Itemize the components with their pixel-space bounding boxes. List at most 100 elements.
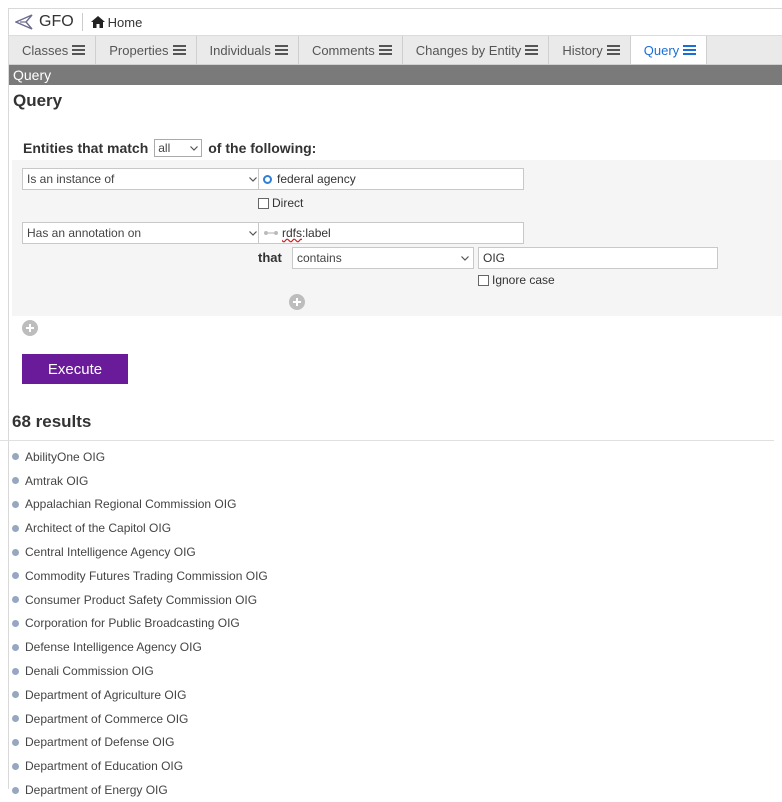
checkbox-icon (478, 274, 489, 286)
operator-select[interactable]: contains (292, 247, 474, 269)
result-label: Commodity Futures Trading Commission OIG (25, 568, 268, 583)
result-label: Consumer Product Safety Commission OIG (25, 592, 258, 607)
match-suffix: of the following: (208, 140, 317, 156)
list-item[interactable]: Commodity Futures Trading Commission OIG (12, 564, 268, 588)
individual-icon (12, 762, 19, 770)
result-label: Corporation for Public Broadcasting OIG (25, 616, 240, 631)
tab-label: History (562, 42, 603, 58)
list-item[interactable]: Denali Commission OIG (12, 659, 268, 683)
list-item[interactable]: Appalachian Regional Commission OIG (12, 493, 268, 517)
result-label: Department of Energy OIG (25, 783, 168, 798)
tab-label: Changes by Entity (415, 42, 522, 58)
annotation-property-field[interactable]: rdfs:label (258, 222, 524, 244)
tab-comments[interactable]: Comments (299, 36, 403, 64)
app-logo[interactable]: GFO (9, 9, 83, 35)
logo-icon (15, 14, 33, 30)
individual-icon (12, 643, 19, 651)
criterion-type-value: Has an annotation on (27, 226, 142, 240)
direct-checkbox[interactable]: Direct (258, 196, 303, 210)
result-label: Department of Agriculture OIG (25, 687, 187, 702)
chevron-down-icon (249, 176, 257, 182)
tab-properties[interactable]: Properties (96, 36, 197, 64)
chevron-down-icon (461, 255, 469, 261)
list-item[interactable]: Architect of the Capitol OIG (12, 516, 268, 540)
results-divider (0, 440, 774, 441)
annotation-text-field[interactable]: OIG (478, 247, 718, 269)
tab-label: Individuals (209, 42, 271, 58)
list-item[interactable]: Amtrak OIG (12, 469, 268, 493)
list-item[interactable]: Department of Education OIG (12, 754, 268, 778)
results-list: AbilityOne OIG Amtrak OIG Appalachian Re… (12, 445, 268, 802)
menu-icon (525, 45, 539, 55)
result-label: Central Intelligence Agency OIG (25, 545, 196, 560)
tab-history[interactable]: History (549, 36, 631, 64)
checkbox-icon (258, 197, 269, 209)
individual-icon (12, 453, 19, 461)
list-item[interactable]: Consumer Product Safety Commission OIG (12, 588, 268, 612)
results-count: 68 results (12, 412, 92, 431)
result-label: Denali Commission OIG (25, 664, 154, 679)
tab-label: Query (643, 42, 680, 58)
criterion-type-select[interactable]: Has an annotation on (22, 222, 262, 244)
individual-icon (12, 524, 19, 532)
top-bar: GFO Home (9, 9, 782, 36)
class-value: federal agency (277, 172, 356, 186)
menu-icon (274, 45, 288, 55)
add-criterion-button[interactable] (22, 320, 38, 336)
property-prefix: rdfs (282, 226, 303, 240)
individual-icon (12, 691, 19, 699)
chevron-down-icon (190, 145, 199, 151)
annotation-text-value: OIG (483, 251, 506, 265)
list-item[interactable]: AbilityOne OIG (12, 445, 268, 469)
list-item[interactable]: Department of Commerce OIG (12, 707, 268, 731)
result-label: Architect of the Capitol OIG (25, 521, 172, 536)
add-nested-criterion-button[interactable] (289, 294, 305, 310)
tab-bar: Classes Properties Individuals Comments … (9, 36, 782, 65)
criterion-type-value: Is an instance of (27, 172, 115, 186)
that-label: that (258, 250, 282, 265)
list-item[interactable]: Central Intelligence Agency OIG (12, 540, 268, 564)
tab-classes[interactable]: Classes (9, 36, 97, 64)
tab-label: Classes (22, 42, 69, 58)
menu-icon (378, 45, 392, 55)
result-label: Appalachian Regional Commission OIG (25, 497, 237, 512)
list-item[interactable]: Department of Defense OIG (12, 731, 268, 755)
ignore-case-checkbox[interactable]: Ignore case (478, 273, 555, 287)
menu-icon (683, 45, 697, 55)
home-icon (90, 16, 105, 28)
list-item[interactable]: Department of Agriculture OIG (12, 683, 268, 707)
result-label: Amtrak OIG (25, 473, 89, 488)
menu-icon (172, 45, 186, 55)
list-item[interactable]: Corporation for Public Broadcasting OIG (12, 612, 268, 636)
individual-icon (12, 715, 19, 723)
operator-value: contains (297, 251, 342, 265)
individual-icon (12, 619, 19, 627)
ignore-case-label: Ignore case (492, 273, 555, 287)
list-item[interactable]: Defense Intelligence Agency OIG (12, 635, 268, 659)
individual-icon (12, 572, 19, 580)
result-label: Department of Education OIG (25, 759, 184, 774)
tab-query[interactable]: Query (630, 36, 708, 64)
result-label: Department of Commerce OIG (25, 711, 189, 726)
menu-icon (72, 45, 86, 55)
property-suffix: :label (302, 226, 331, 240)
tab-changes-by-entity[interactable]: Changes by Entity (403, 36, 550, 64)
direct-label: Direct (272, 196, 304, 210)
home-link[interactable]: Home (90, 15, 142, 30)
tab-label: Properties (109, 42, 169, 58)
criteria-panel: Is an instance of federal agency Direct … (12, 160, 782, 316)
tab-individuals[interactable]: Individuals (197, 36, 299, 64)
result-label: AbilityOne OIG (25, 449, 106, 464)
menu-icon (606, 45, 620, 55)
class-value-field[interactable]: federal agency (258, 168, 524, 190)
section-bar: Query (9, 65, 782, 85)
execute-button[interactable]: Execute (22, 354, 128, 384)
match-line: Entities that match all of the following… (23, 139, 782, 157)
match-mode-select[interactable]: all (154, 139, 203, 157)
match-mode-value: all (158, 141, 171, 155)
list-item[interactable]: Department of Energy OIG (12, 778, 268, 802)
individual-icon (12, 667, 19, 675)
criterion-type-select[interactable]: Is an instance of (22, 168, 262, 190)
chevron-down-icon (249, 230, 257, 236)
execute-label: Execute (47, 360, 103, 378)
